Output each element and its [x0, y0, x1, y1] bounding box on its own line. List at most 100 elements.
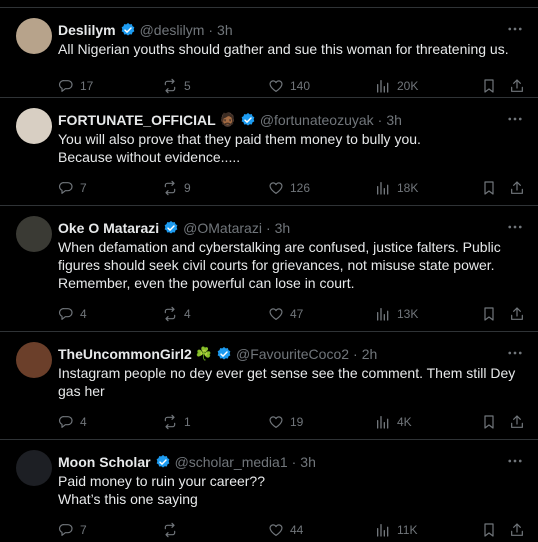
heart-icon [269, 80, 283, 92]
bookmark-button[interactable] [481, 520, 497, 540]
share-button[interactable] [509, 76, 525, 96]
repost-icon [164, 306, 176, 322]
reply-button[interactable]: 4 [58, 304, 87, 324]
more-options-button[interactable] [506, 452, 524, 470]
share-button[interactable] [509, 412, 525, 432]
avatar[interactable] [16, 108, 52, 144]
repost-icon [164, 180, 176, 196]
share-icon [511, 415, 523, 428]
avatar[interactable] [16, 450, 52, 486]
share-button[interactable] [509, 304, 525, 324]
views-chart-icon [377, 80, 389, 93]
like-button[interactable]: 44 [268, 520, 303, 540]
views-button[interactable]: 4K [375, 412, 412, 432]
repost-count: 4 [184, 307, 191, 321]
tweet[interactable]: FORTUNATE_OFFICIAL 🧔🏾 @fortunateozuyak · 3h Y… [0, 98, 538, 206]
avatar[interactable] [16, 216, 52, 252]
tweet[interactable]: Oke O Matarazi @OMatarazi · 3h When defamati… [0, 206, 538, 332]
dot-separator: · [208, 22, 214, 38]
tweet-text: Paid money to ruin your career?? What’s t… [58, 472, 520, 508]
repost-button[interactable] [162, 520, 184, 540]
tweet-header: TheUncommonGirl2 ☘️ @FavouriteCoco2 · 2h [58, 344, 498, 364]
display-name[interactable]: Moon Scholar [58, 454, 151, 470]
timestamp[interactable]: 2h [362, 346, 378, 362]
repost-button[interactable]: 9 [162, 178, 191, 198]
repost-icon [164, 414, 176, 430]
reply-icon [58, 182, 73, 194]
bookmark-icon [484, 79, 494, 93]
timestamp[interactable]: 3h [386, 112, 402, 128]
tweet[interactable]: Moon Scholar @scholar_media1 · 3h Paid money… [0, 440, 538, 542]
bookmark-button[interactable] [481, 304, 497, 324]
tweet[interactable]: Deslilym @deslilym · 3h All Nigerian youths … [0, 8, 538, 98]
tweet-header: FORTUNATE_OFFICIAL 🧔🏾 @fortunateozuyak · 3h [58, 110, 498, 130]
like-button[interactable]: 126 [268, 178, 310, 198]
user-handle[interactable]: @deslilym [140, 22, 205, 38]
bookmark-button[interactable] [481, 412, 497, 432]
dot-separator: · [353, 346, 358, 362]
reply-icon [58, 308, 73, 320]
tweet-text-line: figures should seek civil courts for gri… [58, 257, 495, 273]
share-button[interactable] [509, 520, 525, 540]
more-options-button[interactable] [506, 20, 524, 38]
reply-count: 7 [80, 181, 87, 195]
more-icon [508, 117, 522, 121]
display-name[interactable]: Deslilym [58, 22, 116, 38]
reply-button[interactable]: 7 [58, 178, 87, 198]
tweet-text-line: When defamation and cyberstalking are co… [58, 239, 501, 255]
user-handle[interactable]: @OMatarazi [183, 220, 262, 236]
tweet-text-line: Remember, even the powerful can lose in … [58, 275, 355, 291]
tweet-actions: 17 5 140 20K [58, 76, 525, 96]
views-chart-icon [377, 524, 389, 537]
more-options-button[interactable] [506, 344, 524, 362]
verified-badge-icon [164, 221, 178, 234]
tweet-header: Deslilym @deslilym · 3h [58, 20, 498, 40]
timestamp[interactable]: 3h [275, 220, 291, 236]
reply-button[interactable]: 7 [58, 520, 87, 540]
like-count: 140 [290, 79, 311, 93]
reply-count: 17 [80, 79, 94, 93]
share-icon [511, 307, 523, 320]
repost-button[interactable]: 1 [162, 412, 191, 432]
view-count: 4K [397, 415, 412, 429]
verified-badge-icon [121, 23, 134, 36]
display-name[interactable]: Oke O Matarazi [58, 220, 159, 236]
repost-button[interactable]: 5 [162, 76, 191, 96]
user-handle[interactable]: @FavouriteCoco2 [236, 346, 349, 362]
more-options-button[interactable] [506, 110, 524, 128]
view-count: 20K [397, 79, 419, 93]
user-handle[interactable]: @scholar_media1 [175, 454, 288, 470]
tweet-text-line: All Nigerian youths should gather and su… [58, 41, 509, 57]
tweet-header: Oke O Matarazi @OMatarazi · 3h [58, 218, 498, 238]
reply-button[interactable]: 4 [58, 412, 87, 432]
display-name[interactable]: TheUncommonGirl2 [58, 346, 192, 362]
tweet[interactable]: TheUncommonGirl2 ☘️ @FavouriteCoco2 · 2h Inst… [0, 332, 538, 440]
like-button[interactable]: 140 [268, 76, 310, 96]
more-icon [508, 27, 522, 31]
repost-icon [164, 522, 176, 538]
bookmark-button[interactable] [481, 178, 497, 198]
repost-button[interactable]: 4 [162, 304, 191, 324]
like-button[interactable]: 19 [268, 412, 303, 432]
tweet-text: Instagram people no dey ever get sense s… [58, 364, 520, 400]
views-button[interactable]: 18K [375, 178, 418, 198]
avatar[interactable] [16, 342, 52, 378]
verified-badge-icon [217, 347, 231, 360]
timestamp[interactable]: 3h [217, 22, 233, 38]
user-handle[interactable]: @fortunateozuyak [260, 112, 374, 128]
views-button[interactable]: 13K [375, 304, 418, 324]
avatar[interactable] [16, 18, 52, 54]
display-name[interactable]: FORTUNATE_OFFICIAL [58, 112, 216, 128]
tweet-actions: 4 4 47 13K [58, 304, 525, 324]
views-button[interactable]: 11K [375, 520, 417, 540]
reply-count: 7 [80, 523, 87, 537]
more-options-button[interactable] [506, 218, 524, 236]
dot-separator: · [265, 220, 271, 236]
timestamp[interactable]: 3h [300, 454, 316, 470]
reply-button[interactable]: 17 [58, 76, 93, 96]
bookmark-button[interactable] [481, 76, 497, 96]
like-button[interactable]: 47 [268, 304, 303, 324]
repost-count: 9 [184, 181, 191, 195]
share-button[interactable] [509, 178, 525, 198]
views-button[interactable]: 20K [375, 76, 418, 96]
